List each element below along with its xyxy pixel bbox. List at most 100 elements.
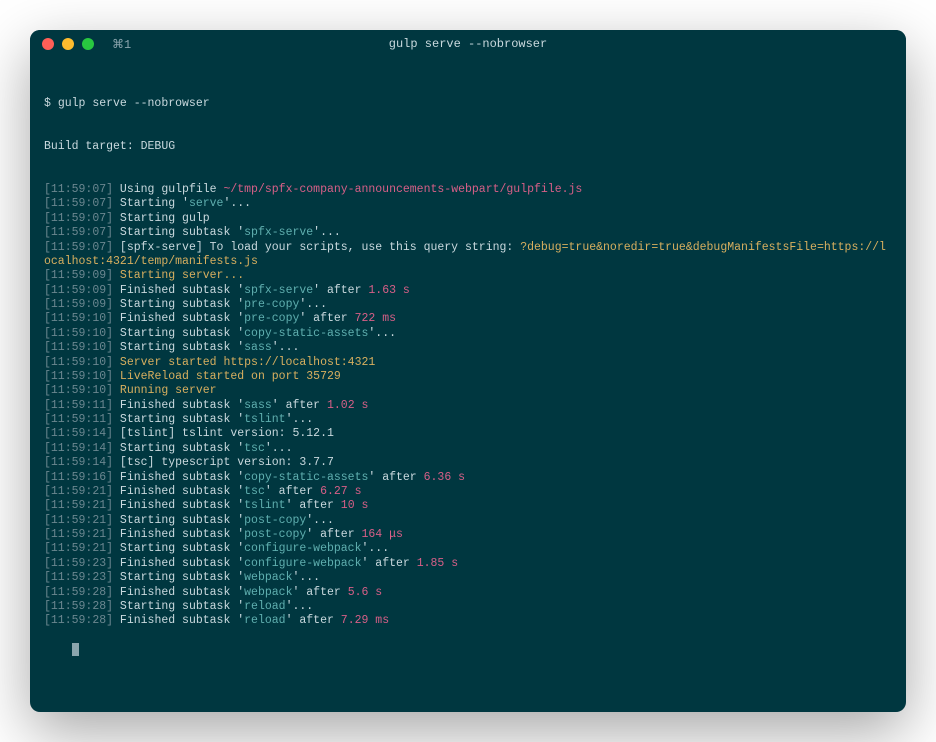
bracket-icon: ] [106, 542, 113, 555]
log-text: Starting subtask ' [113, 226, 244, 239]
log-text: pre-copy [244, 312, 299, 325]
log-line: [11:59:14] [tsc] typescript version: 3.7… [44, 456, 892, 470]
timestamp: 11:59:10 [51, 370, 106, 383]
log-text: '... [265, 442, 293, 455]
bracket-icon: ] [106, 442, 113, 455]
bracket-icon: [ [44, 542, 51, 555]
timestamp: 11:59:09 [51, 284, 106, 297]
bracket-icon: ] [106, 614, 113, 627]
bracket-icon: [ [44, 399, 51, 412]
log-text: Finished subtask ' [113, 312, 244, 325]
log-text: ' after [272, 399, 327, 412]
bracket-icon: [ [44, 514, 51, 527]
log-text: '... [313, 226, 341, 239]
log-text: tsc [244, 485, 265, 498]
log-text: Finished subtask ' [113, 284, 244, 297]
log-text: Starting subtask ' [113, 442, 244, 455]
log-text: sass [244, 399, 272, 412]
bracket-icon: ] [106, 284, 113, 297]
timestamp: 11:59:09 [51, 298, 106, 311]
log-line: [11:59:23] Starting subtask 'webpack'... [44, 571, 892, 585]
bracket-icon: [ [44, 269, 51, 282]
bracket-icon: ] [106, 456, 113, 469]
timestamp: 11:59:21 [51, 485, 106, 498]
terminal-window: ⌘1 gulp serve --nobrowser $ gulp serve -… [30, 30, 906, 712]
log-text: post-copy [244, 528, 306, 541]
log-text: 5.6 s [348, 586, 383, 599]
bracket-icon: [ [44, 298, 51, 311]
log-text: 1.85 s [417, 557, 458, 570]
timestamp: 11:59:07 [51, 226, 106, 239]
log-line: [11:59:11] Starting subtask 'tslint'... [44, 413, 892, 427]
log-text: Starting subtask ' [113, 542, 244, 555]
log-text: '... [306, 514, 334, 527]
timestamp: 11:59:10 [51, 356, 106, 369]
log-text: 7.29 ms [341, 614, 389, 627]
log-line: [11:59:23] Finished subtask 'configure-w… [44, 557, 892, 571]
log-text: 722 ms [355, 312, 396, 325]
bracket-icon: [ [44, 356, 51, 369]
log-line: [11:59:07] Starting subtask 'spfx-serve'… [44, 226, 892, 240]
log-line: [11:59:14] [tslint] tslint version: 5.12… [44, 427, 892, 441]
log-text: '... [299, 298, 327, 311]
log-text: spfx-serve [244, 226, 313, 239]
bracket-icon: ] [106, 399, 113, 412]
log-line: [11:59:21] Finished subtask 'tsc' after … [44, 485, 892, 499]
log-line: [11:59:10] Server started https://localh… [44, 356, 892, 370]
bracket-icon: ] [106, 241, 113, 254]
log-text: 1.02 s [327, 399, 368, 412]
log-text: Starting subtask ' [113, 341, 244, 354]
close-icon[interactable] [42, 38, 54, 50]
timestamp: 11:59:10 [51, 384, 106, 397]
log-text: Finished subtask ' [113, 557, 244, 570]
log-text: ' after [265, 485, 320, 498]
timestamp: 11:59:21 [51, 528, 106, 541]
log-text: ~/tmp/spfx-company-announcements-webpart… [223, 183, 582, 196]
log-text: ' after [286, 614, 341, 627]
log-text: Finished subtask ' [113, 528, 244, 541]
log-text: Starting server... [113, 269, 244, 282]
minimize-icon[interactable] [62, 38, 74, 50]
log-text: Finished subtask ' [113, 471, 244, 484]
timestamp: 11:59:23 [51, 557, 106, 570]
timestamp: 11:59:10 [51, 341, 106, 354]
log-line: [11:59:10] Starting subtask 'copy-static… [44, 327, 892, 341]
bracket-icon: [ [44, 413, 51, 426]
log-line: [11:59:07] Using gulpfile ~/tmp/spfx-com… [44, 183, 892, 197]
terminal-output[interactable]: $ gulp serve --nobrowser Build target: D… [30, 58, 906, 712]
maximize-icon[interactable] [82, 38, 94, 50]
log-text: webpack [244, 571, 292, 584]
title-bar: ⌘1 gulp serve --nobrowser [30, 30, 906, 58]
bracket-icon: [ [44, 499, 51, 512]
log-line: [11:59:28] Finished subtask 'reload' aft… [44, 614, 892, 628]
bracket-icon: ] [106, 557, 113, 570]
log-text: '... [368, 327, 396, 340]
bracket-icon: ] [106, 226, 113, 239]
log-text: ' after [368, 471, 423, 484]
bracket-icon: [ [44, 528, 51, 541]
bracket-icon: ] [106, 269, 113, 282]
timestamp: 11:59:10 [51, 312, 106, 325]
log-line: [11:59:10] LiveReload started on port 35… [44, 370, 892, 384]
command-line: $ gulp serve --nobrowser [44, 97, 892, 111]
command-text: gulp serve --nobrowser [58, 97, 210, 110]
bracket-icon: [ [44, 427, 51, 440]
log-line: [11:59:09] Starting server... [44, 269, 892, 283]
bracket-icon: ] [106, 212, 113, 225]
bracket-icon: ] [106, 586, 113, 599]
log-line: [11:59:21] Starting subtask 'configure-w… [44, 542, 892, 556]
log-text: sass [244, 341, 272, 354]
log-text: [tslint] tslint version: 5.12.1 [113, 427, 334, 440]
bracket-icon: [ [44, 197, 51, 210]
log-line: [11:59:21] Starting subtask 'post-copy'.… [44, 514, 892, 528]
log-text: tslint [244, 413, 285, 426]
log-line: [11:59:09] Starting subtask 'pre-copy'..… [44, 298, 892, 312]
bracket-icon: ] [106, 528, 113, 541]
log-text: Starting subtask ' [113, 327, 244, 340]
log-text: ' after [313, 284, 368, 297]
log-line: [11:59:28] Starting subtask 'reload'... [44, 600, 892, 614]
bracket-icon: [ [44, 212, 51, 225]
bracket-icon: ] [106, 427, 113, 440]
log-line: [11:59:07] Starting 'serve'... [44, 197, 892, 211]
log-text: '... [292, 571, 320, 584]
